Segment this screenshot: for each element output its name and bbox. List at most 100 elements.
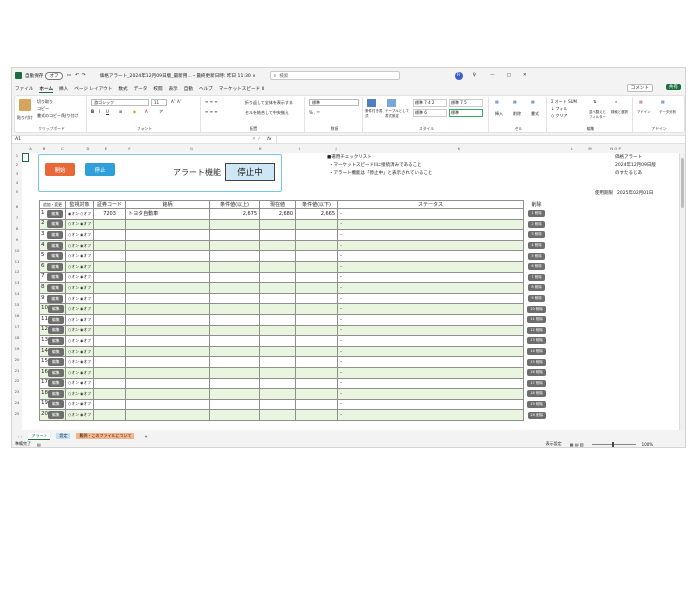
delete-button[interactable]: 2 削除	[528, 220, 545, 228]
delete-button[interactable]: 15 削除	[527, 358, 546, 366]
delete-button[interactable]: 12 削除	[527, 326, 546, 334]
edit-button[interactable]: 編集	[48, 347, 64, 356]
row-header-22[interactable]: 22	[12, 378, 22, 383]
start-button[interactable]: 開始	[45, 163, 75, 176]
redo-icon[interactable]: ↷	[82, 73, 86, 78]
row-header-4[interactable]: 4	[12, 180, 22, 185]
row-header-1[interactable]: 1	[12, 153, 22, 158]
share-button[interactable]: 共有	[665, 84, 681, 90]
name-box[interactable]: A1	[12, 137, 82, 142]
autosave-toggle[interactable]: オフ	[45, 71, 63, 80]
formula-cancel-icon[interactable]: ✕ ✓	[252, 137, 261, 142]
sheet-tab-2[interactable]: 難問・このファイルについて	[76, 433, 135, 439]
column-header-9[interactable]: J	[315, 146, 357, 151]
delete-button[interactable]: 20 削除	[527, 411, 547, 419]
find-select-button[interactable]: 検索と選択	[611, 109, 631, 114]
row-header-11[interactable]: 11	[12, 259, 22, 264]
stop-button[interactable]: 停止	[85, 163, 115, 176]
style-normal75[interactable]: 標準 7 5	[449, 99, 483, 107]
row-header-12[interactable]: 12	[12, 269, 22, 274]
column-header-10[interactable]: K	[357, 146, 561, 151]
menu-0[interactable]: ファイル	[15, 86, 33, 92]
condition-above[interactable]: 2,675	[243, 211, 257, 217]
conditional-format-button[interactable]: 条件付き書式	[365, 109, 385, 119]
menu-3[interactable]: ページ レイアウト	[74, 86, 112, 92]
condition-below[interactable]: 2,665	[321, 211, 335, 217]
undo-icon[interactable]: ↶	[75, 73, 79, 78]
stock-name[interactable]: トヨタ自動車	[128, 211, 158, 217]
conditional-format-icon[interactable]	[367, 99, 376, 107]
insert-cells-icon[interactable]: ▦	[495, 99, 499, 104]
delete-cells-icon[interactable]: ▦	[513, 99, 517, 104]
column-header-12[interactable]: M	[583, 146, 597, 151]
edit-button[interactable]: 編集	[47, 262, 63, 271]
edit-button[interactable]: 編集	[48, 315, 64, 324]
delete-button[interactable]: 17 削除	[527, 379, 546, 387]
column-header-5[interactable]: F	[112, 146, 147, 151]
paste-icon[interactable]	[19, 99, 31, 111]
row-header-14[interactable]: 14	[12, 291, 22, 296]
delete-button[interactable]: 11 削除	[527, 316, 546, 324]
row-header-18[interactable]: 18	[12, 335, 22, 340]
vertical-scrollbar[interactable]	[679, 153, 685, 430]
selected-cell[interactable]	[22, 153, 29, 162]
edit-button[interactable]: 編集	[47, 283, 63, 292]
edit-button[interactable]: 編集	[47, 252, 63, 261]
row-header-8[interactable]: 8	[12, 226, 22, 231]
menu-10[interactable]: マーケットスピード II	[219, 86, 265, 92]
edit-button[interactable]: 編集	[47, 273, 63, 282]
edit-button[interactable]: 編集	[48, 389, 64, 398]
avatar[interactable]: R	[454, 71, 463, 80]
row-header-7[interactable]: 7	[12, 215, 22, 220]
style-normal[interactable]: 標準	[449, 109, 483, 117]
addin-button[interactable]: アドイン	[637, 109, 655, 114]
row-header-2[interactable]: 2	[12, 162, 22, 167]
edit-button[interactable]: 編集	[48, 326, 64, 335]
menu-9[interactable]: ヘルプ	[199, 86, 213, 92]
italic-icon[interactable]: I	[99, 109, 100, 114]
style-normal742[interactable]: 標準 7 4 2	[413, 99, 447, 107]
column-header-8[interactable]: I	[284, 146, 315, 151]
doc-title[interactable]: 価格アラート_2024年12月09日版_最新用...・最終更新日時: 昨日 11…	[100, 73, 256, 79]
accessibility-icon[interactable]: ▤	[37, 442, 41, 447]
row-header-19[interactable]: 19	[12, 346, 22, 351]
sort-filter-icon[interactable]: ⇅	[593, 99, 596, 104]
row-header-25[interactable]: 25	[12, 411, 22, 416]
wrap-text-button[interactable]: 折り返して全体を表示する	[245, 100, 293, 106]
delete-button[interactable]: 9 削除	[528, 295, 545, 303]
display-settings[interactable]: 表示設定	[546, 441, 562, 447]
edit-button[interactable]: 編集	[48, 411, 64, 420]
paste-button[interactable]: 貼り付け	[17, 115, 33, 121]
comment-button[interactable]: コメント	[626, 84, 653, 92]
menu-5[interactable]: データ	[134, 86, 148, 92]
column-header-3[interactable]: D	[76, 146, 100, 151]
sort-filter-button[interactable]: 並べ替えとフィルター	[589, 109, 609, 119]
percent-icon[interactable]: % ‚ ⁰⁰	[309, 110, 320, 115]
column-header-0[interactable]: A	[22, 146, 39, 151]
column-header-1[interactable]: B	[39, 146, 49, 151]
border-icon[interactable]: ⊞	[119, 109, 122, 114]
row-header-17[interactable]: 17	[12, 324, 22, 329]
delete-button[interactable]: 14 削除	[527, 348, 546, 356]
row-header-16[interactable]: 16	[12, 313, 22, 318]
format-cells-icon[interactable]: ▦	[531, 99, 535, 104]
row-header-23[interactable]: 23	[12, 389, 22, 394]
font-size-select[interactable]: 11	[151, 99, 167, 106]
delete-button[interactable]: 4 削除	[528, 242, 545, 250]
edit-button[interactable]: 編集	[48, 400, 64, 409]
column-header-4[interactable]: E	[100, 146, 112, 151]
delete-button[interactable]: 16 削除	[527, 369, 546, 377]
number-format-select[interactable]: 標準	[309, 99, 359, 106]
column-header-6[interactable]: G	[147, 146, 236, 151]
data-analysis-button[interactable]: データ分析	[659, 109, 679, 114]
find-icon[interactable]: ⌕	[615, 99, 617, 104]
normal-view-icon[interactable]: ▦ ▤ ▥	[570, 442, 584, 447]
font-grow-icon[interactable]: A˄ A˅	[171, 99, 182, 104]
menu-2[interactable]: 挿入	[59, 86, 68, 92]
row-header-20[interactable]: 20	[12, 357, 22, 362]
delete-button[interactable]: 19 削除	[527, 400, 546, 408]
column-header-7[interactable]: H	[236, 146, 284, 151]
font-name-select[interactable]: 游ゴシック	[91, 99, 149, 106]
row-header-5[interactable]: 5	[12, 189, 22, 194]
edit-button[interactable]: 編集	[48, 368, 64, 377]
